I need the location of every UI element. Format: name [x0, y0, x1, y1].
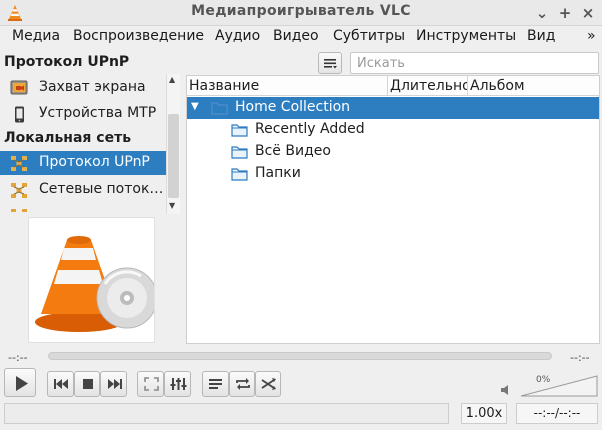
window-title: Медиапроигрыватель VLC — [191, 3, 411, 19]
seek-slider[interactable] — [48, 352, 552, 360]
shuffle-icon — [261, 378, 276, 390]
previous-icon — [54, 379, 68, 389]
row-label: Home Collection — [235, 99, 351, 115]
extended-settings-button[interactable] — [164, 371, 191, 397]
sidebar-item-label: Захват экрана — [39, 79, 146, 95]
sidebar: Протокол UPnP Захват экрана Устройства M… — [0, 50, 180, 212]
folder-icon — [231, 168, 248, 181]
folder-icon — [231, 124, 248, 137]
album-artwork — [28, 217, 155, 343]
stop-button[interactable] — [74, 371, 100, 397]
next-icon — [108, 379, 122, 389]
menu-video[interactable]: Видео — [273, 28, 319, 44]
row-label: Recently Added — [255, 121, 365, 137]
sidebar-item-label: Устройства MTP — [39, 105, 157, 121]
menu-tools[interactable]: Инструменты — [416, 28, 516, 44]
mtp-device-icon — [15, 106, 24, 123]
play-icon — [16, 376, 28, 391]
playback-speed[interactable]: 1.00x — [461, 403, 507, 424]
stop-icon — [83, 379, 93, 389]
scroll-down-icon[interactable]: ▼ — [169, 201, 175, 210]
loop-icon — [236, 378, 250, 390]
sidebar-item-label: Сетевые поток… — [39, 181, 164, 197]
speaker-muted-icon[interactable] — [500, 383, 512, 397]
menu-playback[interactable]: Воспроизведение — [73, 28, 204, 44]
screen-capture-icon — [10, 80, 28, 95]
loop-button[interactable] — [229, 371, 255, 397]
network-icon — [11, 156, 27, 171]
sidebar-item-label: Протокол UPnP — [39, 154, 150, 170]
minimize-icon[interactable]: ⌄ — [532, 3, 552, 23]
network-icon — [11, 209, 27, 212]
column-header-album[interactable]: Альбом — [468, 76, 599, 96]
volume-slider[interactable] — [520, 375, 598, 397]
column-header-duration[interactable]: Длительность — [388, 76, 468, 96]
expand-arrow-icon[interactable]: ▼ — [191, 101, 199, 112]
table-row[interactable]: Recently Added — [187, 119, 599, 141]
next-button[interactable] — [100, 371, 127, 397]
scroll-up-icon[interactable]: ▲ — [169, 75, 175, 84]
playlist-view-button[interactable] — [318, 52, 342, 74]
menu-view[interactable]: Вид — [527, 28, 555, 44]
menu-more[interactable]: » — [587, 28, 596, 44]
playlist-button[interactable] — [202, 371, 229, 397]
extended-settings-icon — [170, 378, 187, 390]
maximize-icon[interactable]: + — [555, 3, 575, 23]
shuffle-button[interactable] — [255, 371, 281, 397]
folder-icon — [211, 102, 228, 115]
playlist-icon — [209, 379, 222, 389]
sidebar-header-local-network: Локальная сеть — [4, 130, 132, 146]
row-label: Папки — [255, 165, 301, 181]
previous-button[interactable] — [47, 371, 74, 397]
play-button[interactable] — [4, 368, 36, 397]
status-bar — [4, 403, 449, 424]
sidebar-header-upnp: Протокол UPnP — [4, 54, 130, 70]
playlist-table: Название Длительность Альбом ▼ Home Coll… — [186, 75, 600, 344]
sidebar-scrollbar-thumb[interactable] — [168, 114, 179, 198]
fullscreen-icon — [144, 377, 159, 391]
table-row[interactable]: Папки — [187, 163, 599, 185]
table-row[interactable]: Всё Видео — [187, 141, 599, 163]
sidebar-item-mtp[interactable]: Устройства MTP — [0, 102, 166, 126]
folder-icon — [231, 146, 248, 159]
table-row[interactable]: ▼ Home Collection — [187, 97, 599, 119]
menu-media[interactable]: Медиа — [12, 28, 60, 44]
time-elapsed-label: --:-- — [8, 351, 28, 364]
sidebar-item-upnp[interactable]: Протокол UPnP — [0, 151, 166, 175]
menu-subtitles[interactable]: Субтитры — [333, 28, 405, 44]
time-remaining-label[interactable]: --:-- — [570, 351, 590, 364]
sidebar-item-partial[interactable] — [0, 204, 166, 212]
menu-audio[interactable]: Аудио — [215, 28, 260, 44]
search-input[interactable] — [350, 52, 599, 74]
sidebar-item-network-streams[interactable]: Сетевые поток… — [0, 178, 166, 202]
row-label: Всё Видео — [255, 143, 331, 159]
close-icon[interactable]: × — [578, 3, 598, 23]
elapsed-total-time[interactable]: --:--/--:-- — [516, 403, 598, 424]
sidebar-item-screen-capture[interactable]: Захват экрана — [0, 76, 166, 100]
column-header-title[interactable]: Название — [187, 76, 388, 96]
fullscreen-button[interactable] — [137, 371, 164, 397]
network-icon — [11, 183, 27, 198]
vlc-cone-artwork — [35, 236, 154, 332]
playlist-view-icon — [324, 59, 337, 69]
